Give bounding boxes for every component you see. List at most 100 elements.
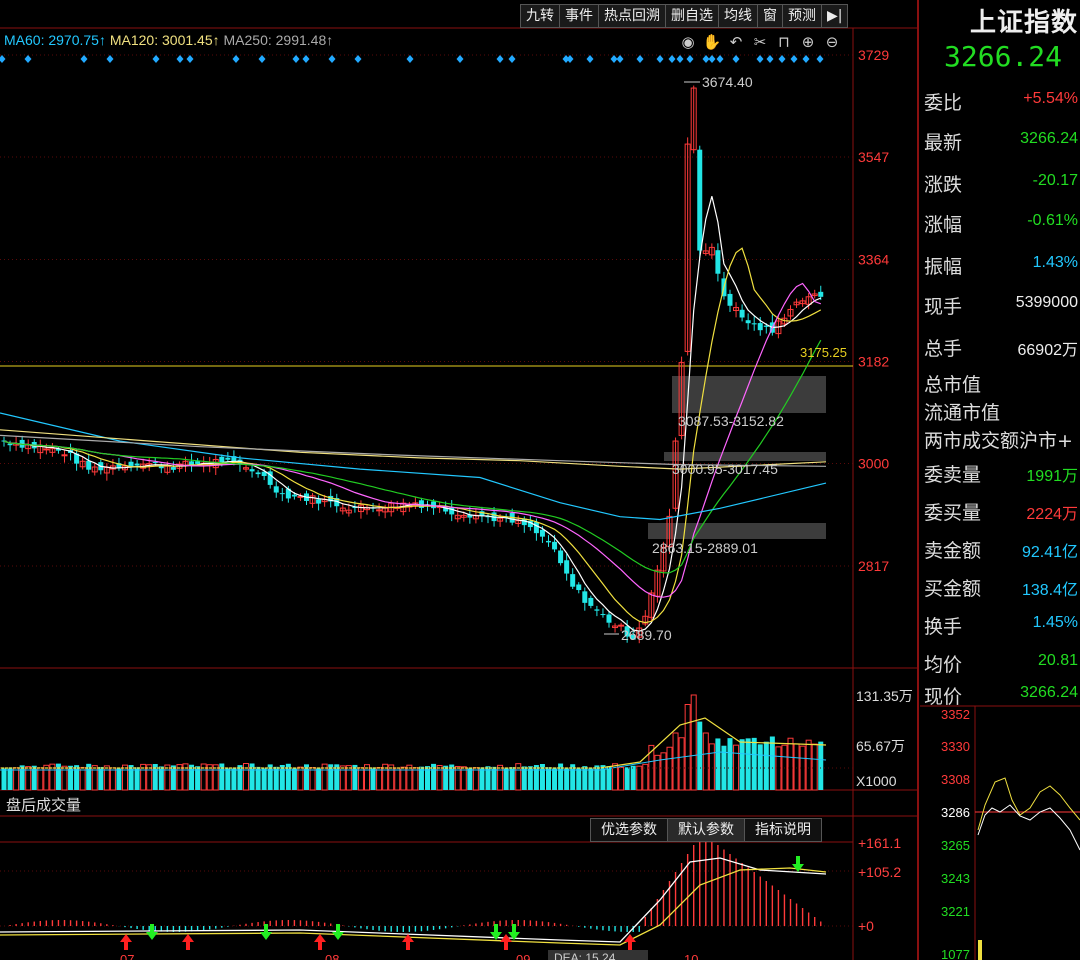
volume-bar <box>763 741 769 790</box>
candle-body <box>443 508 449 512</box>
volume-bar <box>600 765 606 790</box>
toolbar-remove-favorite-button[interactable]: 删自选 <box>665 4 718 28</box>
volume-bar <box>316 767 322 790</box>
x-axis-month-0: 07 <box>120 952 134 960</box>
candle-body <box>158 465 164 469</box>
eye-icon[interactable]: ◉ <box>678 32 698 52</box>
candle-body <box>449 507 455 515</box>
sell-arrow-4 <box>508 924 520 940</box>
signal-diamond-29 <box>716 55 724 63</box>
volume-bar <box>273 766 279 790</box>
volume-bar <box>660 752 667 791</box>
ma-legend: MA60: 2970.75↑ MA120: 3001.45↑ MA250: 29… <box>4 32 333 48</box>
volume-bar <box>237 765 243 790</box>
candle-body <box>273 486 279 493</box>
quote-label: 委买量 <box>924 502 982 524</box>
volume-ma-line <box>0 717 827 769</box>
quote-row-mini: 现价 3266.24 <box>924 682 1078 712</box>
volume-bar <box>249 763 255 790</box>
x-axis-month-2: 09 <box>516 952 530 960</box>
toolbar-events-button[interactable]: 事件 <box>559 4 598 28</box>
candle-body <box>13 443 20 446</box>
quote-row-c1: 委买量 2224万 <box>924 498 1078 528</box>
candle-body <box>352 506 358 508</box>
volume-bar <box>630 765 636 790</box>
quote-row-c3: 买金额 138.4亿 <box>924 574 1078 604</box>
candle-body <box>200 462 207 466</box>
candle-body <box>170 467 176 470</box>
signal-diamond-16 <box>508 55 516 63</box>
indicator-histogram <box>9 827 822 932</box>
chart-tools: ◉ ✋ ↶ ✂ ⊓ ⊕ ⊖ <box>678 32 842 52</box>
zoom-in-icon[interactable]: ⊕ <box>798 32 818 52</box>
signal-diamond-9 <box>292 55 300 63</box>
candle-body <box>128 461 134 468</box>
candle-body <box>564 560 570 574</box>
candle-body <box>339 507 346 512</box>
volume-bar <box>582 766 588 790</box>
signal-diamond-17 <box>562 55 570 63</box>
dif-line <box>0 857 827 943</box>
candle-body <box>279 493 285 495</box>
candle-body <box>122 465 128 471</box>
signal-diamond-35 <box>802 55 810 63</box>
candle-body <box>206 463 213 467</box>
volume-bar <box>672 732 679 791</box>
candle-body <box>109 465 116 470</box>
scissors-icon[interactable]: ✂ <box>750 32 770 52</box>
price-axis-label-3: 3182 <box>858 353 889 369</box>
candle-body <box>454 514 461 520</box>
sell-arrow-5 <box>792 856 804 872</box>
volume-bar <box>158 766 164 790</box>
volume-bar <box>533 765 539 790</box>
candle-body <box>678 362 685 436</box>
quote-row-c0: 委卖量 1991万 <box>924 460 1078 490</box>
hand-icon[interactable]: ✋ <box>702 32 722 52</box>
sell-arrow-1 <box>260 924 272 940</box>
zoom-out-icon[interactable]: ⊖ <box>822 32 842 52</box>
chart-canvas[interactable]: 3729 3547 3364 3182 3000 2817 3674.40 2689.70 31… <box>0 0 1080 960</box>
toolbar-ma-button[interactable]: 均线 <box>718 4 757 28</box>
quote-value: 66902万 <box>1017 342 1079 359</box>
candle-body <box>152 462 158 464</box>
price-axis-label-0: 3729 <box>858 47 889 63</box>
undo-icon[interactable]: ↶ <box>726 32 746 52</box>
tab-indicator-help[interactable]: 指标说明 <box>744 818 822 842</box>
volume-bar <box>43 764 50 791</box>
tab-optimal-params[interactable]: 优选参数 <box>590 818 667 842</box>
candle-body <box>654 569 661 597</box>
index-price: 3266.24 <box>944 40 1063 73</box>
volume-bar <box>515 763 522 791</box>
toolbar-hot-review-button[interactable]: 热点回溯 <box>598 4 665 28</box>
quote-row-c5: 均价 20.81 <box>924 650 1078 680</box>
ma60-label: MA60: 2970.75↑ <box>4 32 106 48</box>
volume-bar <box>146 764 153 791</box>
volume-bar <box>460 766 467 791</box>
toolbar-window-button[interactable]: 窗 <box>757 4 782 28</box>
volume-bar <box>449 764 455 790</box>
volume-bar <box>91 765 98 791</box>
price-axis-label-2: 3364 <box>858 252 889 268</box>
quote-value: 3266.24 <box>1020 130 1078 147</box>
volume-bar <box>576 767 582 790</box>
candle-body <box>388 502 395 513</box>
candle-body <box>811 293 818 297</box>
volume-bar <box>357 767 364 791</box>
toolbar-forecast-button[interactable]: 预测 <box>782 4 821 28</box>
candle-body <box>103 466 110 474</box>
quote-label: 现手 <box>924 296 963 318</box>
quote-label: 总市值 <box>924 374 982 396</box>
volume-bar <box>406 764 413 791</box>
tab-default-params[interactable]: 默认参数 <box>667 818 744 842</box>
quote-label: 涨幅 <box>924 214 963 236</box>
volume-bar <box>642 763 649 791</box>
toolbar-jiuzhuan-button[interactable]: 九转 <box>520 4 559 28</box>
ma5-line <box>3 196 822 632</box>
volume-panel-title[interactable]: 盘后成交量 <box>6 794 81 815</box>
collapse-right-icon[interactable]: ▶| <box>821 4 849 28</box>
candle-body <box>68 450 74 454</box>
candle-body <box>594 609 600 611</box>
volume-bar <box>285 763 291 790</box>
dea-overlay-box <box>548 950 648 960</box>
lock-icon[interactable]: ⊓ <box>774 32 794 52</box>
